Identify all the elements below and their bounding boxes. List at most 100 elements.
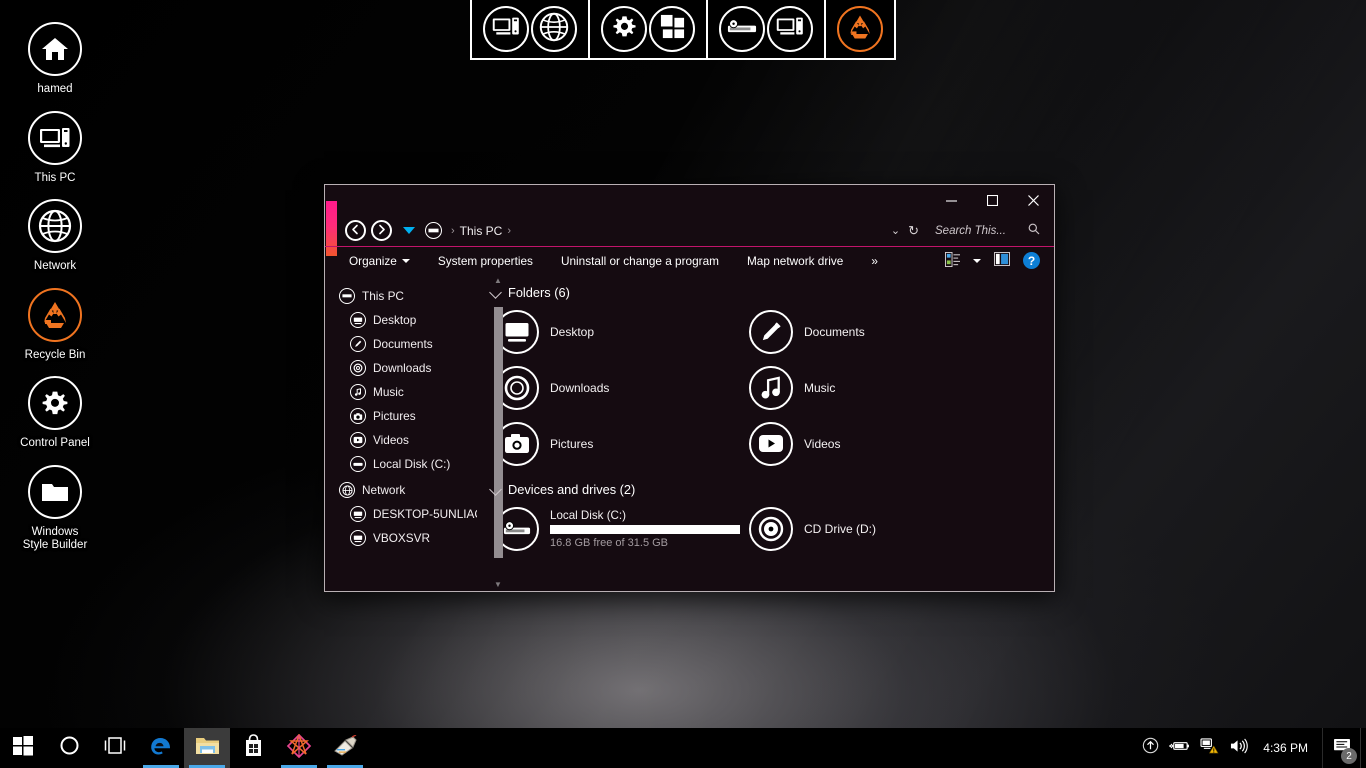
desktop-icon-network[interactable]: Network [0, 195, 110, 276]
help-button[interactable]: ? [1023, 252, 1040, 269]
drives-group-title: Devices and drives (2) [508, 482, 635, 497]
launcher-local-disk-button[interactable] [719, 6, 765, 52]
nav-item-label: Documents [373, 337, 433, 351]
minimize-button[interactable] [931, 185, 972, 215]
recent-locations-chevron-down-icon[interactable] [403, 227, 415, 234]
taskbar-item-edge[interactable] [138, 728, 184, 768]
nav-item-label: VBOXSVR [373, 531, 430, 545]
computer-icon [350, 530, 366, 546]
nav-item-pictures[interactable]: Pictures [339, 404, 477, 428]
battery-button[interactable] [1164, 728, 1195, 768]
command-overflow-button[interactable]: » [871, 254, 878, 268]
desktop-icon-list: hamed This PC Network Recycle Bin Co [0, 18, 110, 563]
nav-item-label: Network [362, 483, 405, 497]
nav-item-documents[interactable]: Documents [339, 332, 477, 356]
breadcrumb[interactable]: › This PC › [425, 219, 891, 243]
drive-tile-cd-drive-d[interactable]: CD Drive (D:) [745, 505, 999, 552]
task-view-button[interactable] [92, 728, 138, 768]
breadcrumb-separator-trailing[interactable]: › [505, 225, 513, 237]
window-title-bar[interactable] [325, 185, 1054, 215]
preview-pane-icon[interactable] [994, 252, 1010, 269]
nav-item-label: DESKTOP-5UNLIAC [373, 507, 477, 521]
nav-item-desktop-5unliac[interactable]: DESKTOP-5UNLIAC [339, 502, 477, 526]
organize-label: Organize [349, 254, 397, 268]
cortana-search-button[interactable] [46, 728, 92, 768]
nav-item-local-disk-c[interactable]: Local Disk (C:) [339, 452, 477, 476]
view-chevron-down-icon[interactable] [973, 259, 981, 263]
launcher-computer-button[interactable] [767, 6, 813, 52]
navigation-pane-scrollbar[interactable]: ▲ ▼ [491, 274, 505, 591]
nav-item-desktop[interactable]: Desktop [339, 308, 477, 332]
taskbar: 4:36 PM 2 [0, 728, 1366, 768]
maximize-button[interactable] [972, 185, 1013, 215]
launcher-control-panel-button[interactable] [601, 6, 647, 52]
folders-group-header[interactable]: Folders (6) [491, 282, 1040, 302]
folder-tile-music[interactable]: Music [745, 364, 999, 411]
scrollbar-thumb[interactable] [494, 307, 503, 558]
close-button[interactable] [1013, 185, 1054, 215]
folder-tile-pictures[interactable]: Pictures [491, 420, 745, 467]
organize-button[interactable]: Organize [349, 254, 410, 268]
show-desktop-button[interactable] [1360, 728, 1366, 768]
folder-tile-desktop[interactable]: Desktop [491, 308, 745, 355]
cd-drive-icon [749, 507, 793, 551]
window-body: This PC Desktop Documents Downloads [325, 274, 1054, 591]
system-tray: 4:36 PM 2 [1137, 728, 1366, 768]
task-view-icon [104, 737, 126, 759]
search-placeholder: Search This... [935, 225, 1006, 237]
forward-button[interactable] [371, 220, 392, 241]
taskbar-item-windows-style-builder[interactable] [276, 728, 322, 768]
network-button[interactable] [1195, 728, 1224, 768]
forward-arrow-icon [376, 222, 387, 240]
taskbar-item-microsoft-store[interactable] [230, 728, 276, 768]
desktop-icon-recycle-bin[interactable]: Recycle Bin [0, 284, 110, 365]
desktop-icon-label: Network [0, 260, 110, 274]
nav-item-music[interactable]: Music [339, 380, 477, 404]
desktop-icon-hamed[interactable]: hamed [0, 18, 110, 99]
launcher-network-button[interactable] [531, 6, 577, 52]
launcher-tiles-button[interactable] [649, 6, 695, 52]
launcher-group-3 [708, 0, 826, 59]
harddisk-icon [727, 19, 757, 40]
uninstall-program-button[interactable]: Uninstall or change a program [561, 254, 719, 268]
system-properties-button[interactable]: System properties [438, 254, 533, 268]
back-button[interactable] [345, 220, 366, 241]
computer-icon [491, 15, 521, 43]
refresh-icon[interactable]: ↻ [908, 223, 919, 239]
nav-item-vboxsvr[interactable]: VBOXSVR [339, 526, 477, 550]
documents-icon [350, 336, 366, 352]
computer-icon [775, 15, 805, 43]
notifications-button[interactable]: 2 [1322, 728, 1360, 768]
desktop-icon-windows-style-builder[interactable]: Windows Style Builder [0, 461, 110, 555]
show-hidden-icons-icon [1142, 737, 1159, 759]
taskbar-item-paint[interactable] [322, 728, 368, 768]
breadcrumb-item-this-pc[interactable]: This PC [460, 224, 503, 238]
nav-item-this-pc[interactable]: This PC [339, 284, 477, 308]
folder-tile-downloads[interactable]: Downloads [491, 364, 745, 411]
folder-tile-documents[interactable]: Documents [745, 308, 999, 355]
show-hidden-icons-button[interactable] [1137, 728, 1164, 768]
desktop-icon-control-panel[interactable]: Control Panel [0, 372, 110, 453]
scroll-down-icon[interactable]: ▼ [494, 578, 502, 591]
taskbar-item-file-explorer[interactable] [184, 728, 230, 768]
gear-icon [612, 14, 637, 44]
drives-group-header[interactable]: Devices and drives (2) [491, 479, 1040, 499]
nav-item-network[interactable]: Network [339, 478, 477, 502]
folder-tile-label: Videos [804, 437, 840, 451]
nav-item-downloads[interactable]: Downloads [339, 356, 477, 380]
search-input[interactable]: Search This... [935, 219, 1040, 243]
launcher-this-pc-button[interactable] [483, 6, 529, 52]
volume-button[interactable] [1224, 728, 1253, 768]
launcher-recycle-bin-button[interactable] [837, 6, 883, 52]
battery-icon [1169, 739, 1190, 758]
start-button[interactable] [0, 728, 46, 768]
desktop-icon-this-pc[interactable]: This PC [0, 107, 110, 188]
map-network-drive-button[interactable]: Map network drive [747, 254, 843, 268]
nav-item-videos[interactable]: Videos [339, 428, 477, 452]
folder-tile-videos[interactable]: Videos [745, 420, 999, 467]
clock[interactable]: 4:36 PM [1253, 728, 1322, 768]
drive-tile-local-disk-c[interactable]: Local Disk (C:) 16.8 GB free of 31.5 GB [491, 505, 745, 552]
drive-info: Local Disk (C:) 16.8 GB free of 31.5 GB [550, 509, 741, 549]
address-dropdown-chevron-down-icon[interactable]: ⌄ [891, 224, 900, 237]
view-options-icon[interactable] [945, 252, 960, 270]
